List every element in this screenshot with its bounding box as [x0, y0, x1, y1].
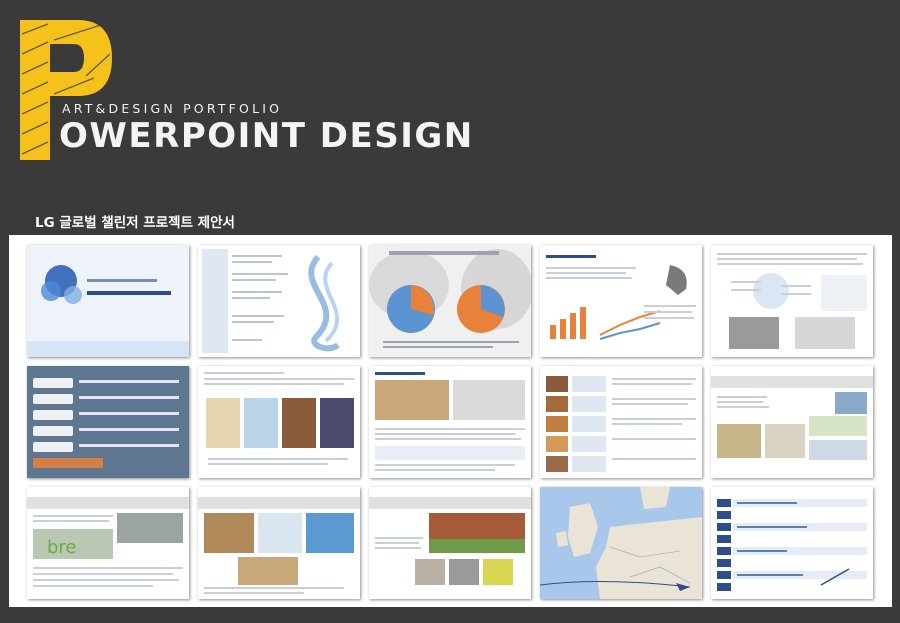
- slide-schedule[interactable]: [711, 487, 873, 599]
- slide-list-blue[interactable]: [27, 366, 189, 478]
- slide-visit-bre[interactable]: bre: [27, 487, 189, 599]
- slide-posters[interactable]: [198, 366, 360, 478]
- slide-background-chart[interactable]: [540, 245, 702, 357]
- slide-cover[interactable]: [27, 245, 189, 357]
- slide-visit-1[interactable]: [711, 366, 873, 478]
- slide-visit-rooms[interactable]: [198, 487, 360, 599]
- slide-agenda[interactable]: [198, 245, 360, 357]
- slide-visit-building[interactable]: [369, 487, 531, 599]
- tagline: ART&DESIGN PORTFOLIO: [62, 101, 283, 116]
- svg-text:bre: bre: [47, 537, 77, 558]
- slide-hospital-photos[interactable]: [369, 366, 531, 478]
- slide-survey-pie[interactable]: [369, 245, 531, 357]
- slide-image-rows[interactable]: [540, 366, 702, 478]
- section-title: LG 글로벌 챌린저 프로젝트 제안서: [35, 215, 235, 231]
- slide-route-map[interactable]: [540, 487, 702, 599]
- slide-concept[interactable]: [711, 245, 873, 357]
- page-title: OWERPOINT DESIGN: [59, 116, 474, 156]
- slide-gallery-frame: bre: [9, 235, 892, 607]
